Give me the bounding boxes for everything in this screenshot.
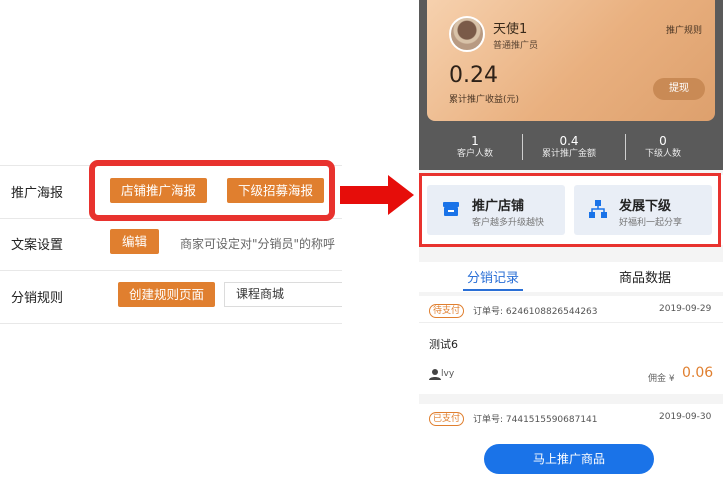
order-card[interactable]: 待支付 订单号: 6246108826544263 2019-09-29 测试6… — [419, 296, 723, 394]
promote-products-button[interactable]: 马上推广商品 — [484, 444, 654, 474]
copy-settings-row: 文案设置 编辑 商家可设定对"分销员"的称呼 — [0, 218, 342, 271]
earnings-value: 0.24 — [449, 63, 498, 88]
order-date: 2019-09-30 — [659, 412, 712, 422]
stat-value: 0.4 — [559, 134, 579, 148]
arrow-right-icon — [388, 175, 414, 215]
arrow-shaft — [340, 186, 390, 204]
divider — [419, 322, 723, 323]
highlight-box — [89, 160, 335, 221]
edit-button[interactable]: 编辑 — [110, 229, 159, 254]
earnings-card: 天使1 普通推广员 推广规则 0.24 累计推广收益(元) 提现 — [427, 0, 715, 121]
stat-label: 下级人数 — [644, 149, 681, 159]
status-badge: 已支付 — [429, 412, 465, 426]
highlight-box — [419, 173, 721, 247]
poster-row-label: 推广海报 — [11, 186, 64, 201]
stat-label: 累计推广金额 — [541, 149, 596, 159]
commission-label: 佣金 ¥ — [648, 374, 675, 384]
copy-row-label: 文案设置 — [11, 238, 64, 253]
stat-label: 客户人数 — [456, 149, 493, 159]
active-tab-indicator — [463, 289, 523, 291]
order-number: 订单号: 6246108826544263 — [473, 307, 598, 317]
user-icon — [429, 369, 441, 380]
stat-value: 1 — [471, 134, 479, 148]
order-date: 2019-09-29 — [659, 304, 712, 314]
status-badge: 待支付 — [429, 304, 465, 318]
rules-page-input[interactable]: 课程商城 — [224, 282, 342, 307]
avatar — [449, 16, 485, 52]
user-role: 普通推广员 — [493, 41, 539, 51]
commission-value: 0.06 — [682, 365, 714, 381]
stat-value: 0 — [659, 134, 667, 148]
tab-distribution-records[interactable]: 分销记录 — [467, 267, 519, 286]
tab-product-data[interactable]: 商品数据 — [619, 267, 671, 286]
record-tabs: 分销记录 商品数据 — [419, 262, 723, 292]
rules-row-label: 分销规则 — [11, 291, 64, 306]
stat-subordinates: 0 下级人数 — [613, 134, 713, 160]
order-number: 订单号: 7441515590687141 — [473, 415, 598, 425]
product-name: 测试6 — [429, 338, 458, 351]
earnings-label: 累计推广收益(元) — [449, 95, 520, 105]
create-rules-page-button[interactable]: 创建规则页面 — [118, 282, 215, 307]
copy-hint-text: 商家可设定对"分销员"的称呼 — [180, 237, 336, 251]
user-name: 天使1 — [493, 22, 528, 37]
stat-total-amount: 0.4 累计推广金额 — [519, 134, 619, 160]
stat-customers: 1 客户人数 — [425, 134, 525, 160]
withdraw-button[interactable]: 提现 — [653, 78, 705, 100]
buyer-name: lvy — [441, 369, 455, 379]
promotion-rules-link[interactable]: 推广规则 — [666, 23, 702, 36]
